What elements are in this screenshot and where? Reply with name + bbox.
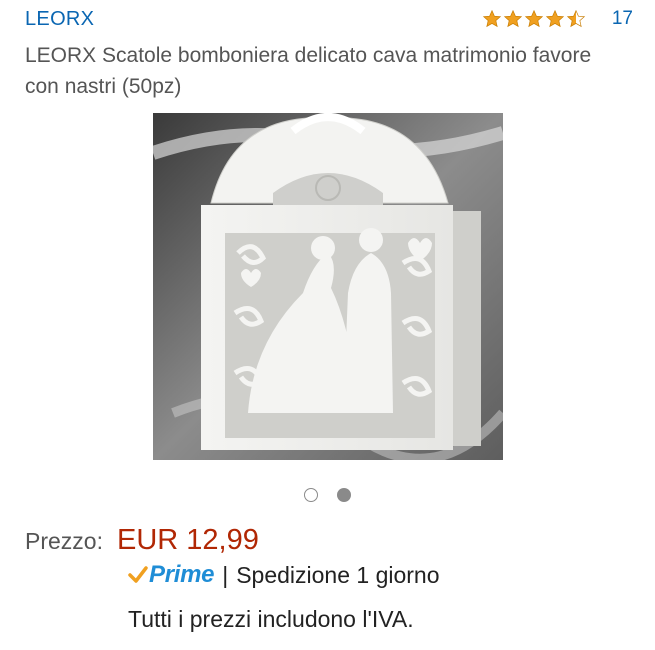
star-full-icon: [503, 9, 523, 28]
price-value: EUR 12,99: [116, 524, 259, 556]
product-title: LEORX Scatole bomboniera delicato cava m…: [25, 44, 592, 98]
prime-check-icon: [128, 566, 148, 583]
shipping-text: Spedizione 1 giorno: [236, 561, 440, 588]
review-count[interactable]: 17: [612, 8, 633, 30]
wedding-favor-box-photo[interactable]: [153, 113, 503, 460]
star-rating: [482, 9, 586, 29]
carousel-dot-2[interactable]: [337, 488, 351, 502]
star-half-icon: [566, 9, 586, 28]
price-row: Prezzo: EUR 12,99: [25, 524, 259, 557]
prime-logo[interactable]: Prime: [128, 561, 215, 589]
brand-link[interactable]: LEORX: [25, 8, 94, 31]
star-full-icon: [482, 9, 502, 28]
rating[interactable]: 17: [482, 8, 633, 30]
vat-note: Tutti i prezzi includono l'IVA.: [128, 606, 414, 632]
star-full-icon: [545, 9, 565, 28]
shipping-separator: |: [222, 561, 229, 588]
prime-label: Prime: [149, 561, 215, 588]
carousel-indicator[interactable]: [0, 488, 655, 502]
star-full-icon: [524, 9, 544, 28]
carousel-dot-1[interactable]: [304, 488, 318, 502]
price-label: Prezzo:: [25, 528, 103, 554]
prime-shipping-row: Prime | Spedizione 1 giorno: [128, 561, 440, 589]
